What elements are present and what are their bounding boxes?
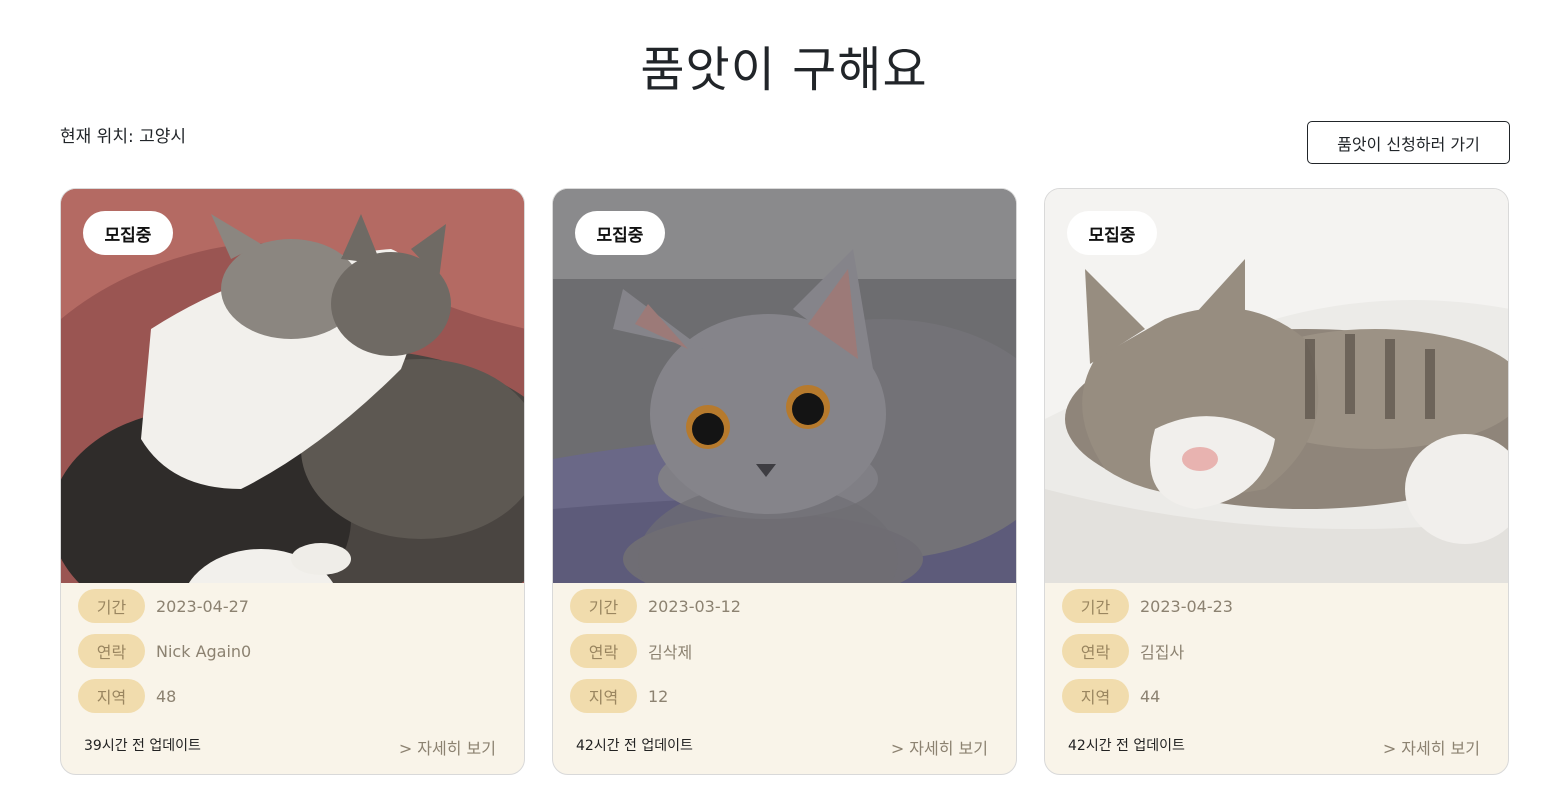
- current-location: 현재 위치: 고양시: [60, 127, 187, 147]
- listing-card[interactable]: 모집중 기간 2023-04-27 연락 Nick Again0 지역 48 3…: [60, 188, 525, 775]
- contact-row: 연락 김집사: [1062, 634, 1184, 668]
- updated-time: 42시간 전 업데이트: [576, 738, 693, 754]
- period-label: 기간: [570, 589, 637, 623]
- period-value: 2023-04-23: [1140, 596, 1233, 616]
- updated-time: 39시간 전 업데이트: [84, 738, 201, 754]
- apply-button[interactable]: 품앗이 신청하러 가기: [1307, 121, 1510, 164]
- updated-time: 42시간 전 업데이트: [1068, 738, 1185, 754]
- status-badge: 모집중: [575, 211, 665, 255]
- card-info: 기간 2023-04-23 연락 김집사 지역 44 42시간 전 업데이트 >…: [1045, 583, 1508, 774]
- contact-value: 김삭제: [648, 643, 693, 662]
- period-value: 2023-04-27: [156, 596, 249, 616]
- detail-link[interactable]: > 자세히 보기: [399, 735, 496, 759]
- card-info: 기간 2023-04-27 연락 Nick Again0 지역 48 39시간 …: [61, 583, 524, 774]
- contact-label: 연락: [1062, 634, 1129, 668]
- region-row: 지역 12: [570, 679, 668, 713]
- region-label: 지역: [1062, 679, 1129, 713]
- region-label: 지역: [78, 679, 145, 713]
- contact-label: 연락: [78, 634, 145, 668]
- detail-link[interactable]: > 자세히 보기: [891, 735, 988, 759]
- listing-card[interactable]: 모집중 기간 2023-03-12 연락 김삭제 지역 12 42시간 전 업데…: [552, 188, 1017, 775]
- region-value: 44: [1140, 686, 1161, 706]
- card-info: 기간 2023-03-12 연락 김삭제 지역 12 42시간 전 업데이트 >…: [553, 583, 1016, 774]
- page-title: 품앗이 구해요: [640, 42, 928, 98]
- period-row: 기간 2023-04-23: [1062, 589, 1233, 623]
- contact-value: 김집사: [1140, 643, 1185, 662]
- contact-label: 연락: [570, 634, 637, 668]
- status-badge: 모집중: [83, 211, 173, 255]
- cat-photo: 모집중: [553, 189, 1016, 583]
- contact-row: 연락 Nick Again0: [78, 634, 251, 668]
- region-value: 12: [648, 686, 669, 706]
- region-value: 48: [156, 686, 177, 706]
- period-row: 기간 2023-03-12: [570, 589, 741, 623]
- period-row: 기간 2023-04-27: [78, 589, 249, 623]
- status-badge: 모집중: [1067, 211, 1157, 255]
- contact-row: 연락 김삭제: [570, 634, 692, 668]
- cat-photo: 모집중: [1045, 189, 1508, 583]
- region-row: 지역 44: [1062, 679, 1160, 713]
- region-label: 지역: [570, 679, 637, 713]
- period-label: 기간: [1062, 589, 1129, 623]
- cat-photo: 모집중: [61, 189, 524, 583]
- contact-value: Nick Again0: [156, 641, 252, 661]
- listing-card[interactable]: 모집중 기간 2023-04-23 연락 김집사 지역 44 42시간 전 업데…: [1044, 188, 1509, 775]
- detail-link[interactable]: > 자세히 보기: [1383, 735, 1480, 759]
- period-value: 2023-03-12: [648, 596, 741, 616]
- region-row: 지역 48: [78, 679, 176, 713]
- period-label: 기간: [78, 589, 145, 623]
